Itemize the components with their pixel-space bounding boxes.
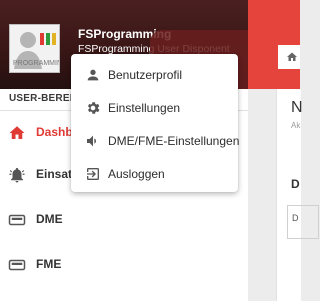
- menu-item-ausloggen[interactable]: Ausloggen: [71, 157, 238, 190]
- app-name: FSProgramming: [78, 27, 172, 41]
- menu-item-label: Ausloggen: [108, 167, 165, 181]
- pager-icon: [8, 259, 26, 271]
- sidebar-item-dme[interactable]: DME: [0, 200, 248, 238]
- home-icon: [9, 126, 25, 139]
- svg-text:PROGRAMMING: PROGRAMMING: [13, 60, 60, 67]
- speaker-icon: [87, 135, 96, 147]
- content-field[interactable]: D: [287, 205, 319, 239]
- alarm-bell-icon: [9, 167, 25, 183]
- fs-logo-image: PROGRAMMING: [13, 32, 60, 69]
- avatar[interactable]: PROGRAMMING: [9, 24, 60, 73]
- menu-item-dme-fme-einstellungen[interactable]: DME/FME-Einstellungen: [71, 124, 240, 157]
- page-title: N: [291, 99, 303, 116]
- sidebar-item-label: DME: [36, 212, 63, 226]
- logout-icon: [87, 168, 99, 180]
- menu-item-label: Einstellungen: [108, 101, 181, 115]
- page-subtitle: Ak: [291, 121, 301, 130]
- breadcrumb: [278, 45, 300, 69]
- menu-item-benutzerprofil[interactable]: Benutzerprofil: [71, 58, 238, 91]
- pager-icon: [8, 214, 26, 226]
- user-dropdown-menu: Benutzerprofil Einstellungen DME/FME-Ein…: [71, 54, 240, 192]
- menu-item-label: Benutzerprofil: [108, 68, 183, 82]
- menu-item-label: DME/FME-Einstellungen: [108, 134, 240, 148]
- menu-item-einstellungen[interactable]: Einstellungen: [71, 91, 238, 124]
- content-card: N Ak D D: [276, 89, 319, 301]
- sidebar-item-label: FME: [36, 257, 62, 271]
- person-icon: [87, 69, 99, 81]
- sidebar-item-fme[interactable]: FME: [0, 245, 248, 283]
- section-heading: D: [291, 177, 300, 191]
- field-label: D: [292, 213, 299, 223]
- home-icon[interactable]: [286, 51, 298, 63]
- gear-icon: [87, 102, 100, 114]
